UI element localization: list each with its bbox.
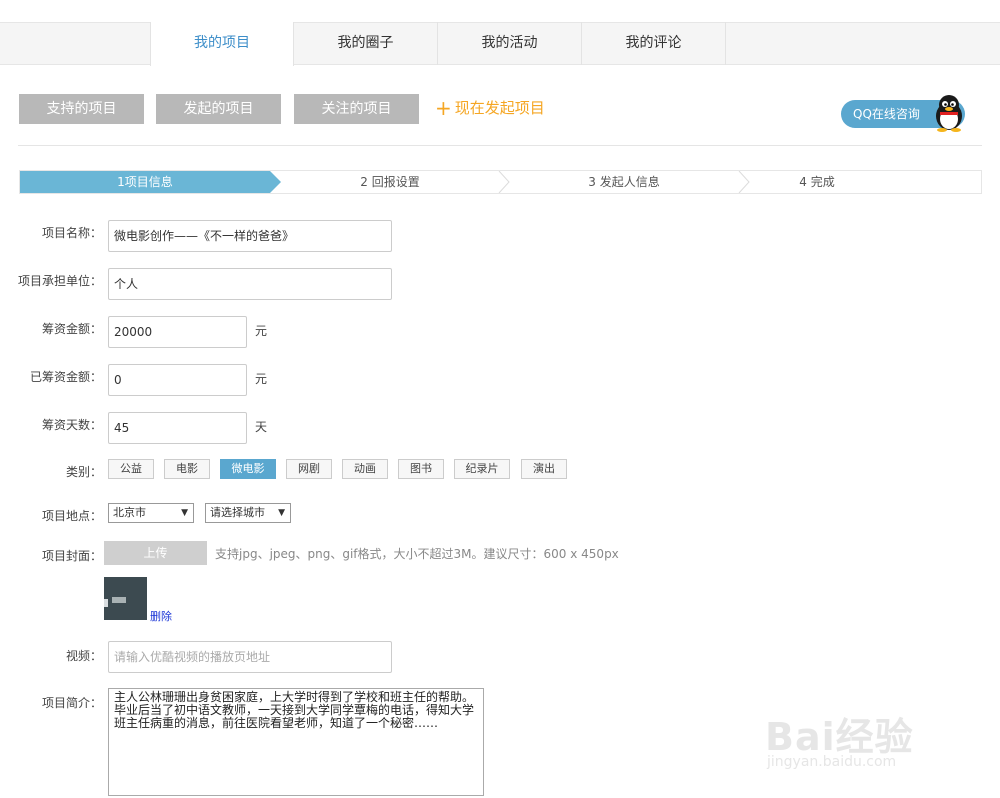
video-url-input[interactable]: 请输入优酷视频的播放页地址 [108,641,392,673]
category-option-web-drama[interactable]: 网剧 [286,459,332,479]
video-label: 视频： [65,649,102,663]
tab-my-circles[interactable]: 我的圈子 [294,22,438,65]
funding-days-unit: 天 [255,420,268,434]
tab-my-projects[interactable]: 我的项目 [150,22,294,66]
raised-amount-input[interactable]: 0 [108,364,247,396]
delete-cover-link[interactable]: 删除 [150,608,172,624]
project-name-input[interactable]: 微电影创作——《不一样的爸爸》 [108,220,392,252]
province-select[interactable]: 北京市 ▼ [108,503,194,523]
location-label: 项目地点： [41,509,102,523]
category-option-performance[interactable]: 演出 [521,459,567,479]
project-name-label: 项目名称： [41,226,102,240]
watermark-logo: Bai经验 [765,715,914,759]
section-divider [18,145,982,146]
province-select-value: 北京市 [113,506,146,519]
supported-projects-button[interactable]: 支持的项目 [19,94,144,124]
project-org-label: 项目承担单位： [17,274,102,288]
tab-my-comments[interactable]: 我的评论 [582,22,726,65]
cover-label: 项目封面： [41,549,102,563]
intro-textarea[interactable]: 主人公林珊珊出身贫困家庭，上大学时得到了学校和班主任的帮助。毕业后当了初中语文教… [108,688,484,796]
raised-amount-unit: 元 [255,372,268,386]
qq-penguin-icon[interactable] [932,94,966,132]
cover-thumbnail [104,577,147,620]
step-reward-settings: 2 回报设置 [360,175,420,189]
plus-icon: + [435,96,452,120]
funding-goal-unit: 元 [255,324,268,338]
progress-steps: 1项目信息 2 回报设置 3 发起人信息 4 完成 [19,170,982,194]
cover-upload-hint: 支持jpg、jpeg、png、gif格式，大小不超过3M。建议尺寸：600 x … [215,547,619,561]
step-active-arrow [270,171,281,193]
baidu-jingyan-watermark: Bai经验 jingyan.baidu.com [765,690,950,780]
category-option-animation[interactable]: 动画 [342,459,388,479]
dropdown-caret-icon: ▼ [181,508,188,518]
step-initiator-info: 3 发起人信息 [588,175,660,189]
step-project-info: 1项目信息 [20,171,270,193]
category-label: 类别： [65,465,102,479]
city-select[interactable]: 请选择城市 ▼ [205,503,291,523]
category-option-micro-film[interactable]: 微电影 [220,459,276,479]
funding-goal-input[interactable]: 20000 [108,316,247,348]
project-org-input[interactable]: 个人 [108,268,392,300]
category-option-film[interactable]: 电影 [164,459,210,479]
step-separator-icon [498,171,510,193]
category-option-books[interactable]: 图书 [398,459,444,479]
watermark-url: jingyan.baidu.com [767,754,897,770]
launched-projects-button[interactable]: 发起的项目 [156,94,281,124]
followed-projects-button[interactable]: 关注的项目 [294,94,419,124]
funding-goal-label: 筹资金额： [41,322,102,336]
funding-days-input[interactable]: 45 [108,412,247,444]
launch-project-link[interactable]: + 现在发起项目 [435,96,545,120]
upload-cover-button[interactable]: 上传 [104,541,207,565]
raised-amount-label: 已筹资金额： [29,370,102,384]
dropdown-caret-icon: ▼ [278,508,285,518]
launch-project-label: 现在发起项目 [454,99,545,117]
category-option-documentary[interactable]: 纪录片 [454,459,510,479]
funding-days-label: 筹资天数： [41,418,102,432]
city-select-value: 请选择城市 [210,506,265,519]
main-tab-bar: 我的项目 我的圈子 我的活动 我的评论 [0,22,1000,66]
intro-label: 项目简介： [41,696,102,710]
category-option-public-welfare[interactable]: 公益 [108,459,154,479]
step-separator-icon [738,171,750,193]
tab-my-activities[interactable]: 我的活动 [438,22,582,65]
step-complete: 4 完成 [799,175,835,189]
